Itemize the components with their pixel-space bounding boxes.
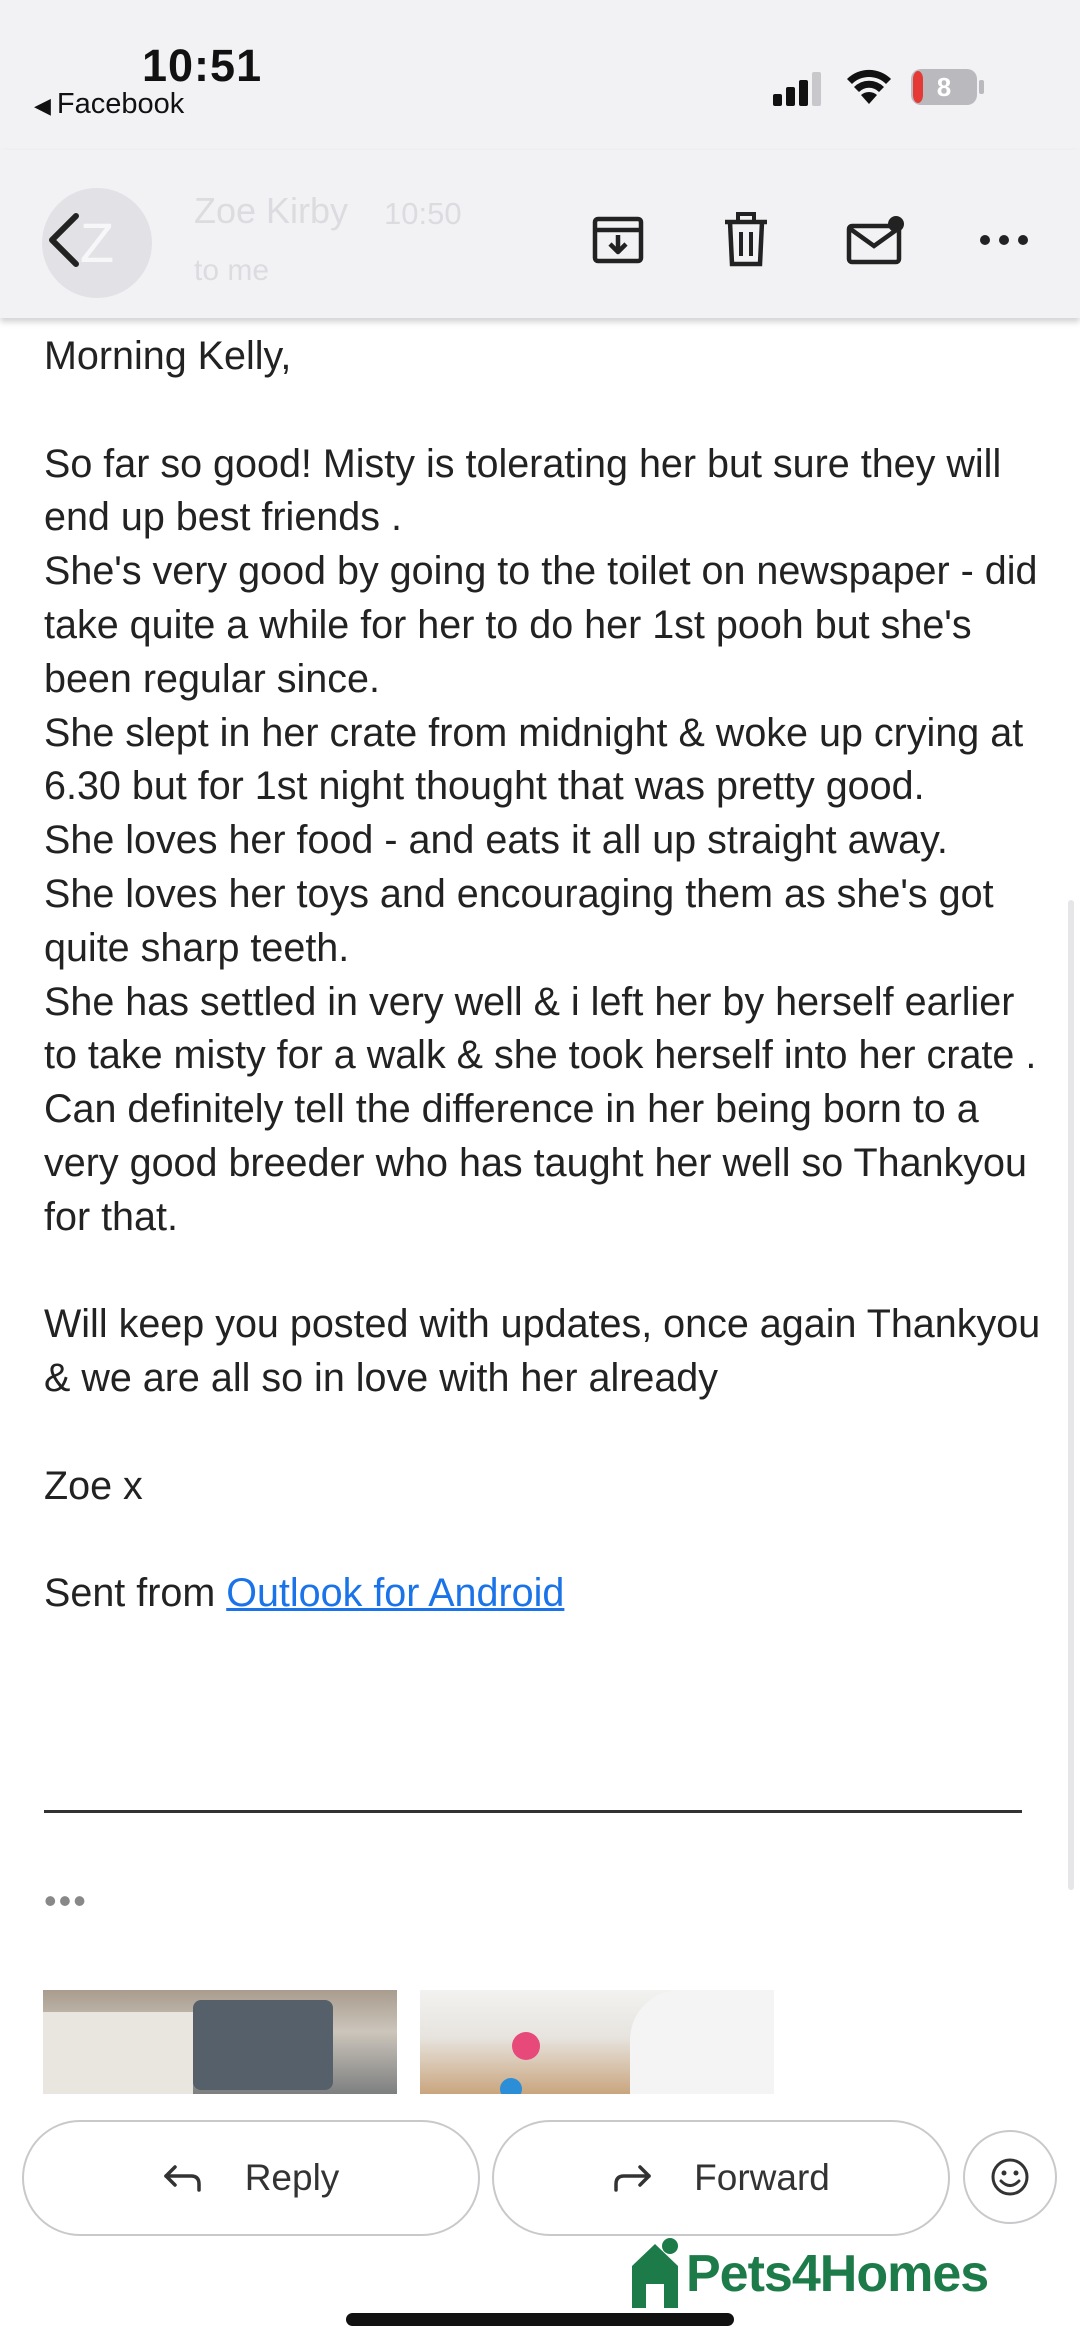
archive-button[interactable] [578,200,658,280]
back-to-app-link[interactable]: ◀ Facebook [34,88,184,121]
pets4homes-logo-icon [632,2238,678,2308]
sent-from-prefix: Sent from [44,1571,227,1616]
email-header: Z Zoe Kirby 10:50 to me [0,150,1080,318]
reply-icon [163,2165,201,2192]
archive-icon [592,216,644,264]
bottom-action-bar: Reply Forward Pets4Homes [0,2096,1080,2348]
show-trimmed-content-button[interactable]: ••• [44,1880,88,1922]
email-body: Morning Kelly, So far so good! Misty is … [44,330,1044,1621]
body-paragraph-2: Will keep you posted with updates, once … [44,1302,1052,1401]
greeting: Morning Kelly, [44,334,292,378]
trash-icon [725,212,767,267]
forward-button[interactable]: Forward [492,2120,950,2236]
home-indicator[interactable] [346,2313,734,2326]
smiley-icon [991,2158,1029,2196]
forward-icon [614,2165,651,2192]
back-app-label: Facebook [56,88,185,120]
scroll-indicator[interactable] [1068,900,1074,1890]
signal-icon [773,72,821,106]
outlook-link[interactable]: Outlook for Android [226,1571,564,1615]
emoji-reaction-button[interactable] [963,2130,1057,2224]
reply-label: Reply [244,2157,340,2198]
pets4homes-watermark: Pets4Homes [626,2236,1026,2316]
sent-from-line: Sent from Outlook for Android [44,1567,1044,1621]
attachment-thumbnail-2[interactable] [420,1990,774,2094]
signature-divider [44,1810,1022,1813]
recipient-label[interactable]: to me [194,254,269,288]
mark-unread-icon [846,216,904,265]
battery-level: 8 [937,72,951,102]
more-button[interactable] [964,200,1044,280]
mark-unread-button[interactable] [836,200,916,280]
signoff: Zoe x [44,1463,143,1508]
back-icon [49,213,79,267]
attachment-thumbnail-1[interactable] [43,1990,397,2094]
battery-icon: 8 [911,69,984,105]
back-triangle-icon: ◀ [34,93,51,118]
back-button[interactable] [24,200,104,280]
wifi-icon [847,69,891,104]
forward-label: Forward [694,2157,830,2198]
status-bar: 10:51 ◀ Facebook 8 [0,0,1080,150]
status-time: 10:51 [142,40,263,91]
more-icon [980,235,1028,245]
sender-name: Zoe Kirby [194,190,349,231]
delete-button[interactable] [706,200,786,280]
reply-button[interactable]: Reply [22,2120,480,2236]
sent-time: 10:50 [384,196,462,231]
body-paragraph-1: So far so good! Misty is tolerating her … [44,441,1038,1239]
watermark-brand: Pets4Homes [686,2245,989,2303]
